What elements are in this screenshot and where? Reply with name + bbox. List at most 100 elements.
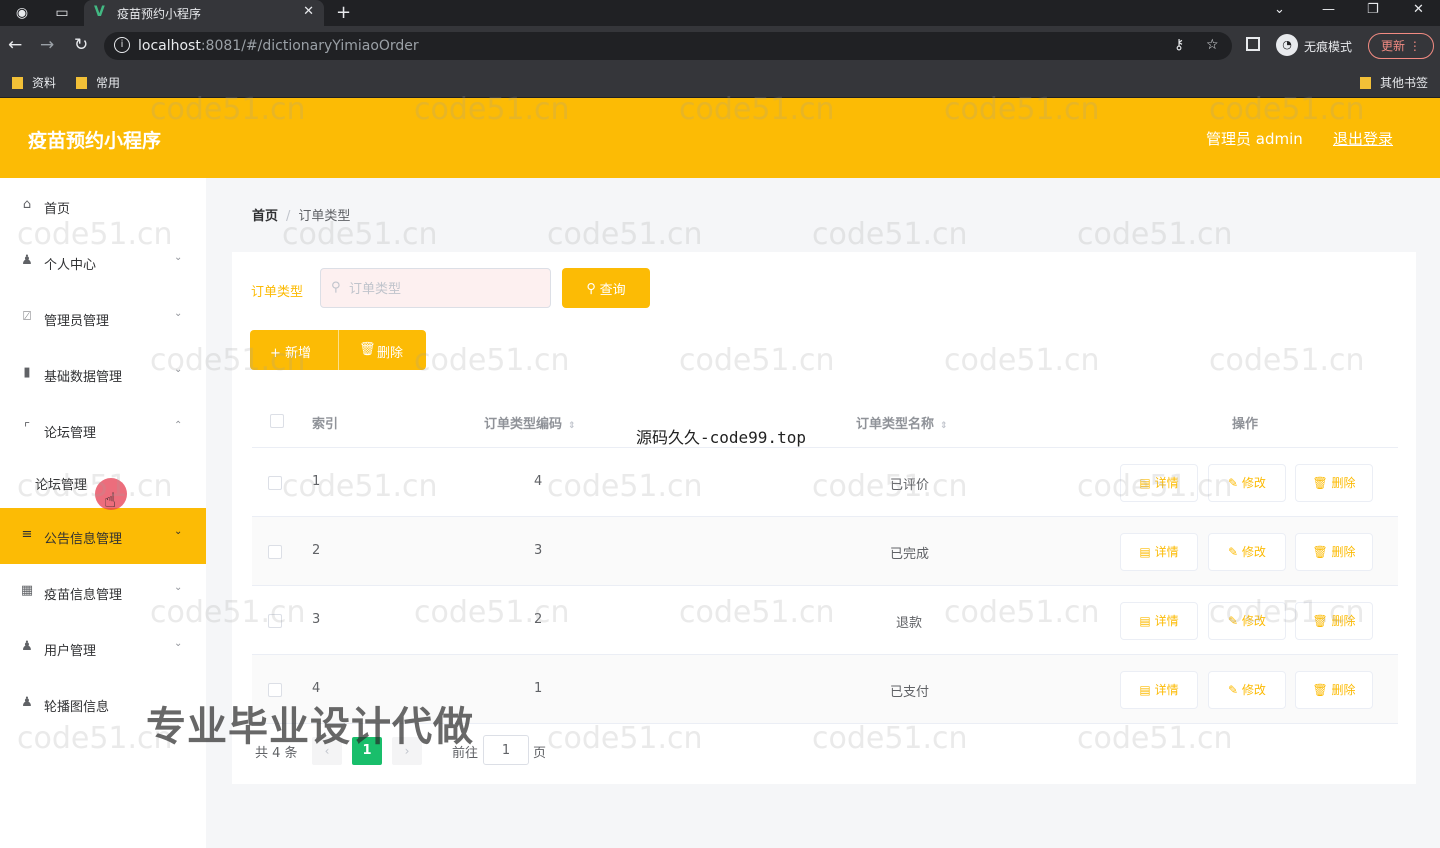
sidebar-item-home[interactable]: ⌂ 首页 xyxy=(0,178,206,234)
delete-button[interactable]: 🗑 删除 xyxy=(1295,671,1373,709)
chevron-down-icon: ⌄ xyxy=(174,526,183,537)
back-icon[interactable]: ← xyxy=(8,35,22,55)
select-all-checkbox[interactable] xyxy=(270,414,284,428)
table-row[interactable]: 1 4 已评价 ▤ 详情 ✎ 修改 🗑 删除 xyxy=(252,448,1398,517)
omnibox[interactable]: i localhost:8081/#/dictionaryYimiaoOrder… xyxy=(104,32,1232,60)
pagination-goto-input[interactable] xyxy=(483,735,529,765)
chevron-down-icon: ⌄ xyxy=(174,638,183,649)
sidebar-item-label: 基础数据管理 xyxy=(44,370,123,385)
folder-icon xyxy=(12,77,23,89)
edit-button[interactable]: ✎ 修改 xyxy=(1208,533,1286,571)
search-field[interactable]: ⚲ xyxy=(320,268,551,308)
forward-icon[interactable]: → xyxy=(40,35,54,55)
sort-icon[interactable]: ⇕ xyxy=(568,421,576,431)
sidebar-item-label: 用户管理 xyxy=(44,644,97,659)
sidebar-item-users[interactable]: ♟ 用户管理 ⌄ xyxy=(0,620,206,676)
detail-button[interactable]: ▤ 详情 xyxy=(1120,533,1198,571)
overlay-watermark-text: 源码久久-code99.top xyxy=(636,428,806,447)
restore-icon[interactable]: ❐ xyxy=(1367,2,1379,17)
breadcrumb-home[interactable]: 首页 xyxy=(252,209,278,224)
delete-button[interactable]: 🗑 删除 xyxy=(1295,533,1373,571)
cell-code: 1 xyxy=(534,681,543,696)
minimize-icon[interactable]: — xyxy=(1322,2,1335,17)
update-button[interactable]: 更新 ⋮ xyxy=(1368,33,1434,59)
vue-favicon-icon: V xyxy=(94,4,105,20)
tab-search-icon[interactable]: ▭ xyxy=(52,3,72,23)
breadcrumb-separator: / xyxy=(286,209,291,224)
table-row[interactable]: 3 2 退款 ▤ 详情 ✎ 修改 🗑 删除 xyxy=(252,586,1398,655)
column-header-name[interactable]: 订单类型名称 ⇕ xyxy=(856,413,948,432)
sidebar-item-label: 轮播图信息 xyxy=(44,700,110,715)
cell-name: 已完成 xyxy=(890,547,930,562)
cell-name: 已支付 xyxy=(890,685,930,700)
tab-list-chevron-icon[interactable]: ⌄ xyxy=(1274,2,1285,17)
pointer-hand-icon: ☝ xyxy=(104,488,117,512)
menu-lines-icon: ≡ xyxy=(21,527,33,542)
delete-button[interactable]: 🗑 删除 xyxy=(1295,464,1373,502)
row-checkbox[interactable] xyxy=(268,545,282,559)
delete-button[interactable]: 🗑 删除 xyxy=(1295,602,1373,640)
table-header: 索引 订单类型编码 ⇕ 订单类型名称 ⇕ 操作 xyxy=(252,396,1398,448)
cell-code: 4 xyxy=(534,474,543,489)
edit-button[interactable]: ✎ 修改 xyxy=(1208,671,1286,709)
browser-tab[interactable]: V 疫苗预约小程序 ✕ xyxy=(84,0,324,26)
other-bookmarks[interactable]: 其他书签 xyxy=(1360,74,1428,91)
sidebar-item-label: 公告信息管理 xyxy=(44,532,123,547)
add-button[interactable]: + 新增 xyxy=(250,330,338,370)
sidebar-item-vaccine[interactable]: ▦ 疫苗信息管理 ⌄ xyxy=(0,564,206,620)
search-label: 订单类型 xyxy=(251,285,304,300)
cell-index: 2 xyxy=(312,543,321,558)
query-button[interactable]: ⚲ 查询 xyxy=(562,268,650,308)
grid-icon: ▦ xyxy=(20,583,34,598)
column-header-index: 索引 xyxy=(312,417,339,432)
overlay-promo-text: 专业毕业设计代做 xyxy=(146,704,474,750)
sort-icon[interactable]: ⇕ xyxy=(940,421,948,431)
home-icon: ⌂ xyxy=(22,197,32,212)
column-header-actions: 操作 xyxy=(1232,417,1259,432)
sidebar-item-base-data[interactable]: ▮ 基础数据管理 ⌄ xyxy=(0,346,206,402)
detail-button[interactable]: ▤ 详情 xyxy=(1120,464,1198,502)
close-window-icon[interactable]: ✕ xyxy=(1413,2,1424,17)
search-input[interactable] xyxy=(349,279,539,299)
sidebar-item-notice[interactable]: ≡ 公告信息管理 ⌄ xyxy=(0,508,206,564)
bookmark-folder[interactable]: 常用 xyxy=(76,74,120,91)
row-checkbox[interactable] xyxy=(268,614,282,628)
sidebar-item-label: 疫苗信息管理 xyxy=(44,588,123,603)
edit-button[interactable]: ✎ 修改 xyxy=(1208,464,1286,502)
breadcrumb: 首页 / 订单类型 xyxy=(252,205,350,224)
sidebar-item-profile[interactable]: ♟ 个人中心 ⌄ xyxy=(0,234,206,290)
close-tab-icon[interactable]: ✕ xyxy=(303,4,314,19)
detail-button[interactable]: ▤ 详情 xyxy=(1120,671,1198,709)
chevron-down-icon: ⌄ xyxy=(174,582,183,593)
bookmark-folder[interactable]: 资料 xyxy=(12,74,56,91)
app-header: 疫苗预约小程序 管理员 admin 退出登录 xyxy=(0,98,1440,178)
url-text[interactable]: localhost:8081/#/dictionaryYimiaoOrder xyxy=(138,38,419,54)
browser-tab-strip: ◉ ▭ V 疫苗预约小程序 ✕ + ⌄ — ❐ ✕ xyxy=(0,0,1440,26)
browser-menu-icon[interactable]: ◉ xyxy=(12,3,32,23)
user-icon: ♟ xyxy=(21,253,33,268)
column-header-code[interactable]: 订单类型编码 ⇕ xyxy=(484,413,576,432)
table-row[interactable]: 2 3 已完成 ▤ 详情 ✎ 修改 🗑 删除 xyxy=(252,517,1398,586)
tab-title: 疫苗预约小程序 xyxy=(117,7,202,21)
cell-name: 退款 xyxy=(896,616,923,631)
crop-icon: ⌜ xyxy=(23,421,31,436)
reload-icon[interactable]: ↻ xyxy=(74,35,88,55)
side-panel-icon[interactable] xyxy=(1246,37,1260,51)
row-checkbox[interactable] xyxy=(268,476,282,490)
bookmark-star-icon[interactable]: ☆ xyxy=(1206,37,1219,53)
site-info-icon[interactable]: i xyxy=(114,37,130,53)
batch-delete-button[interactable]: 🗑 删除 xyxy=(338,330,426,370)
sidebar-item-admin-management[interactable]: ⍁ 管理员管理 ⌄ xyxy=(0,290,206,346)
cell-code: 2 xyxy=(534,612,543,627)
password-key-icon[interactable]: ⚷ xyxy=(1174,37,1184,53)
detail-button[interactable]: ▤ 详情 xyxy=(1120,602,1198,640)
sidebar-item-forum[interactable]: ⌜ 论坛管理 ⌃ xyxy=(0,402,206,458)
cell-name: 已评价 xyxy=(890,478,930,493)
logout-link[interactable]: 退出登录 xyxy=(1333,128,1393,149)
sidebar-subitem-label: 论坛管理 xyxy=(35,478,88,493)
breadcrumb-current: 订单类型 xyxy=(298,209,351,224)
chevron-down-icon: ⌄ xyxy=(174,252,183,263)
sidebar-item-label: 管理员管理 xyxy=(44,314,110,329)
new-tab-icon[interactable]: + xyxy=(336,2,351,23)
edit-button[interactable]: ✎ 修改 xyxy=(1208,602,1286,640)
